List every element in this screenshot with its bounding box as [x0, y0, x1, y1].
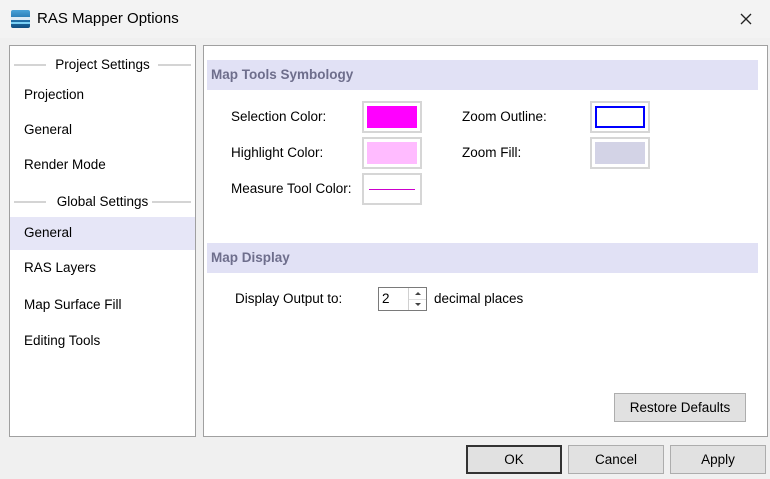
ok-button[interactable]: OK	[466, 445, 562, 474]
decimal-places-label: decimal places	[434, 291, 524, 306]
highlight-color-fill	[367, 142, 417, 164]
zoom-outline-fill	[595, 106, 645, 128]
nav-item-render-mode[interactable]: Render Mode	[10, 149, 195, 182]
decimal-places-stepper[interactable]: 2	[378, 287, 427, 311]
nav-item-ras-layers[interactable]: RAS Layers	[10, 252, 195, 285]
project-settings-header: Project Settings	[10, 55, 195, 75]
display-output-label: Display Output to:	[235, 291, 343, 306]
window-title: RAS Mapper Options	[37, 10, 179, 27]
settings-nav-panel: Project Settings Projection General Rend…	[9, 45, 196, 437]
settings-content-panel: Map Tools Symbology Selection Color: Hig…	[203, 45, 768, 437]
nav-item-map-surface-fill[interactable]: Map Surface Fill	[10, 289, 195, 322]
decimal-places-value[interactable]: 2	[382, 291, 390, 306]
close-button[interactable]	[726, 4, 766, 34]
zoom-fill-label: Zoom Fill:	[462, 145, 522, 160]
stepper-buttons	[408, 288, 426, 310]
zoom-outline-label: Zoom Outline:	[462, 109, 547, 124]
ras-mapper-app-icon	[11, 10, 30, 28]
global-settings-header: Global Settings	[10, 192, 195, 212]
highlight-color-swatch[interactable]	[362, 137, 422, 169]
nav-item-editing-tools[interactable]: Editing Tools	[10, 325, 195, 358]
measure-tool-color-label: Measure Tool Color:	[231, 181, 352, 196]
highlight-color-label: Highlight Color:	[231, 145, 324, 160]
zoom-fill-fill	[595, 142, 645, 164]
map-display-header: Map Display	[207, 243, 758, 273]
stepper-down-icon[interactable]	[409, 299, 426, 310]
restore-defaults-button[interactable]: Restore Defaults	[614, 393, 746, 422]
cancel-button[interactable]: Cancel	[568, 445, 664, 474]
zoom-fill-swatch[interactable]	[590, 137, 650, 169]
apply-button[interactable]: Apply	[670, 445, 766, 474]
measure-tool-color-swatch[interactable]	[362, 173, 422, 205]
title-bar: RAS Mapper Options	[0, 0, 770, 38]
map-tools-symbology-header: Map Tools Symbology	[207, 60, 758, 90]
nav-item-project-general[interactable]: General	[10, 114, 195, 147]
close-icon	[740, 13, 752, 25]
nav-item-projection[interactable]: Projection	[10, 79, 195, 112]
zoom-outline-swatch[interactable]	[590, 101, 650, 133]
selection-color-label: Selection Color:	[231, 109, 327, 124]
selection-color-fill	[367, 106, 417, 128]
selection-color-swatch[interactable]	[362, 101, 422, 133]
nav-item-global-general[interactable]: General	[10, 217, 195, 250]
measure-tool-line	[369, 189, 415, 190]
